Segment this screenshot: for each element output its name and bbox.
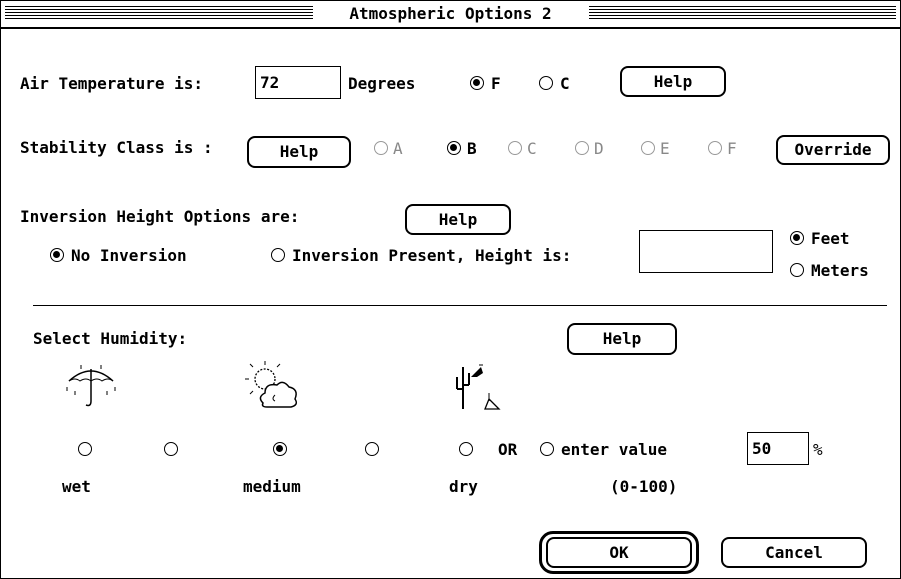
humidity-wet-radio[interactable]	[78, 442, 92, 456]
medium-label: medium	[243, 477, 301, 496]
percent-label: %	[813, 440, 823, 459]
override-button[interactable]: Override	[776, 135, 890, 165]
inversion-height-input[interactable]	[639, 230, 773, 273]
umbrella-rain-icon	[66, 365, 116, 407]
stability-e-label: E	[660, 139, 670, 158]
cactus-dry-icon	[456, 364, 501, 410]
title-bar[interactable]: Atmospheric Options 2	[1, 1, 900, 29]
stability-b-label: B	[467, 139, 477, 158]
or-label: OR	[498, 440, 518, 459]
humidity-help-button[interactable]: Help	[567, 323, 677, 355]
stability-d-label: D	[594, 139, 604, 158]
stability-a-radio[interactable]	[374, 141, 388, 155]
temperature-help-button[interactable]: Help	[620, 66, 726, 97]
stability-b-radio[interactable]	[447, 141, 461, 155]
stability-f-radio[interactable]	[708, 141, 722, 155]
stability-d-radio[interactable]	[575, 141, 589, 155]
degrees-label: Degrees	[348, 74, 416, 93]
humidity-value-input[interactable]: 50	[747, 432, 809, 465]
stability-e-radio[interactable]	[641, 141, 655, 155]
feet-radio[interactable]	[790, 231, 804, 245]
air-temperature-label: Air Temperature is:	[20, 74, 204, 93]
stability-c-label: C	[527, 139, 537, 158]
unit-c-radio[interactable]	[539, 76, 553, 90]
window-title: Atmospheric Options 2	[341, 4, 560, 23]
meters-radio[interactable]	[790, 263, 804, 277]
air-temperature-input[interactable]: 72	[255, 66, 341, 99]
enter-value-radio[interactable]	[540, 442, 554, 456]
cancel-button[interactable]: Cancel	[721, 537, 867, 568]
unit-c-label: C	[560, 74, 570, 93]
ok-button[interactable]: OK	[546, 537, 692, 568]
separator-line	[33, 305, 887, 306]
select-humidity-label: Select Humidity:	[33, 329, 188, 348]
humidity-dry-radio[interactable]	[459, 442, 473, 456]
dry-label: dry	[449, 477, 478, 496]
range-label: (0-100)	[610, 477, 678, 496]
enter-value-label: enter value	[561, 440, 667, 459]
inversion-present-radio[interactable]	[271, 248, 285, 262]
humidity-semi-dry-radio[interactable]	[365, 442, 379, 456]
stability-c-radio[interactable]	[508, 141, 522, 155]
stability-a-label: A	[393, 139, 403, 158]
inversion-help-button[interactable]: Help	[405, 204, 511, 235]
humidity-medium-radio[interactable]	[273, 442, 287, 456]
no-inversion-radio[interactable]	[50, 248, 64, 262]
inversion-options-label: Inversion Height Options are:	[20, 207, 300, 226]
no-inversion-label: No Inversion	[71, 246, 187, 265]
stability-help-button[interactable]: Help	[247, 136, 351, 168]
wet-label: wet	[62, 477, 91, 496]
inversion-present-label: Inversion Present, Height is:	[292, 246, 572, 265]
dialog-window: Atmospheric Options 2 Air Temperature is…	[0, 0, 901, 579]
unit-f-radio[interactable]	[470, 76, 484, 90]
sun-cloud-icon	[245, 361, 298, 408]
humidity-moist-radio[interactable]	[164, 442, 178, 456]
stability-class-label: Stability Class is :	[20, 138, 213, 157]
meters-label: Meters	[811, 261, 869, 280]
unit-f-label: F	[491, 74, 501, 93]
feet-label: Feet	[811, 229, 850, 248]
stability-f-label: F	[727, 139, 737, 158]
